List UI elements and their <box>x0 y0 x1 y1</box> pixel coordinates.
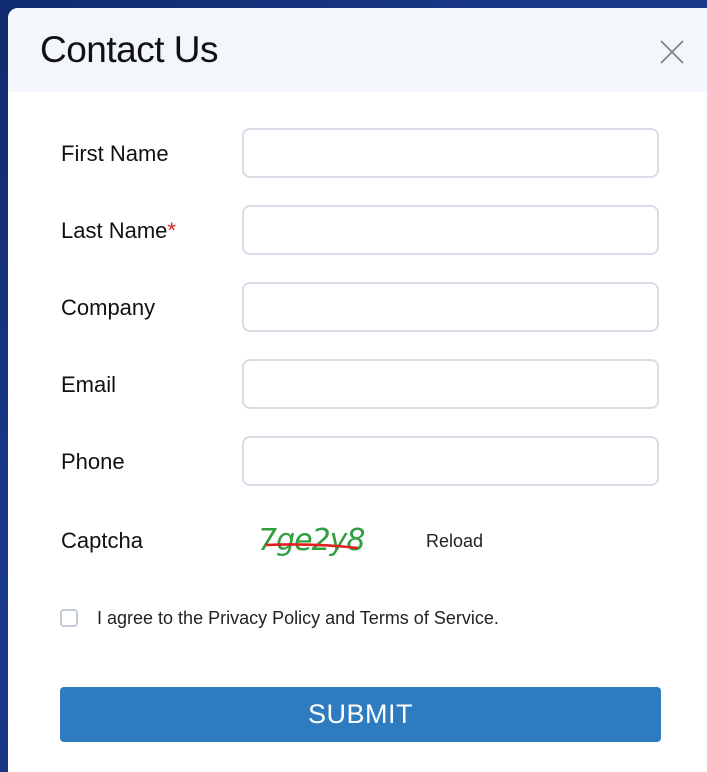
captcha-image: 7ge2y8 <box>258 523 366 558</box>
phone-label: Phone <box>61 449 125 474</box>
email-row: Email <box>8 358 707 412</box>
required-marker: * <box>167 218 176 243</box>
captcha-row: Captcha 7ge2y8 Reload <box>8 514 707 568</box>
close-button[interactable] <box>658 38 686 66</box>
first-name-label: First Name <box>61 141 169 166</box>
last-name-field[interactable] <box>242 205 659 255</box>
last-name-row: Last Name* <box>8 204 707 258</box>
company-field[interactable] <box>242 282 659 332</box>
agree-text: I agree to the Privacy Policy and Terms … <box>97 608 499 628</box>
company-row: Company <box>8 281 707 335</box>
submit-button[interactable]: SUBMIT <box>60 687 661 742</box>
captcha-reload-link[interactable]: Reload <box>426 514 483 568</box>
first-name-row: First Name <box>8 127 707 181</box>
email-field[interactable] <box>242 359 659 409</box>
captcha-label: Captcha <box>61 528 143 553</box>
close-icon <box>660 40 684 64</box>
captcha-code: 7ge2y8 <box>258 523 365 558</box>
agree-checkbox[interactable] <box>60 609 78 627</box>
email-label: Email <box>61 372 117 397</box>
contact-modal: Contact Us First Name Last Name* Company… <box>8 8 707 772</box>
modal-title: Contact Us <box>40 29 219 70</box>
first-name-field[interactable] <box>242 128 659 178</box>
modal-header: Contact Us <box>8 8 707 92</box>
last-name-label: Last Name* <box>61 218 176 243</box>
phone-field[interactable] <box>242 436 659 486</box>
phone-row: Phone <box>8 435 707 489</box>
company-label: Company <box>61 295 156 320</box>
